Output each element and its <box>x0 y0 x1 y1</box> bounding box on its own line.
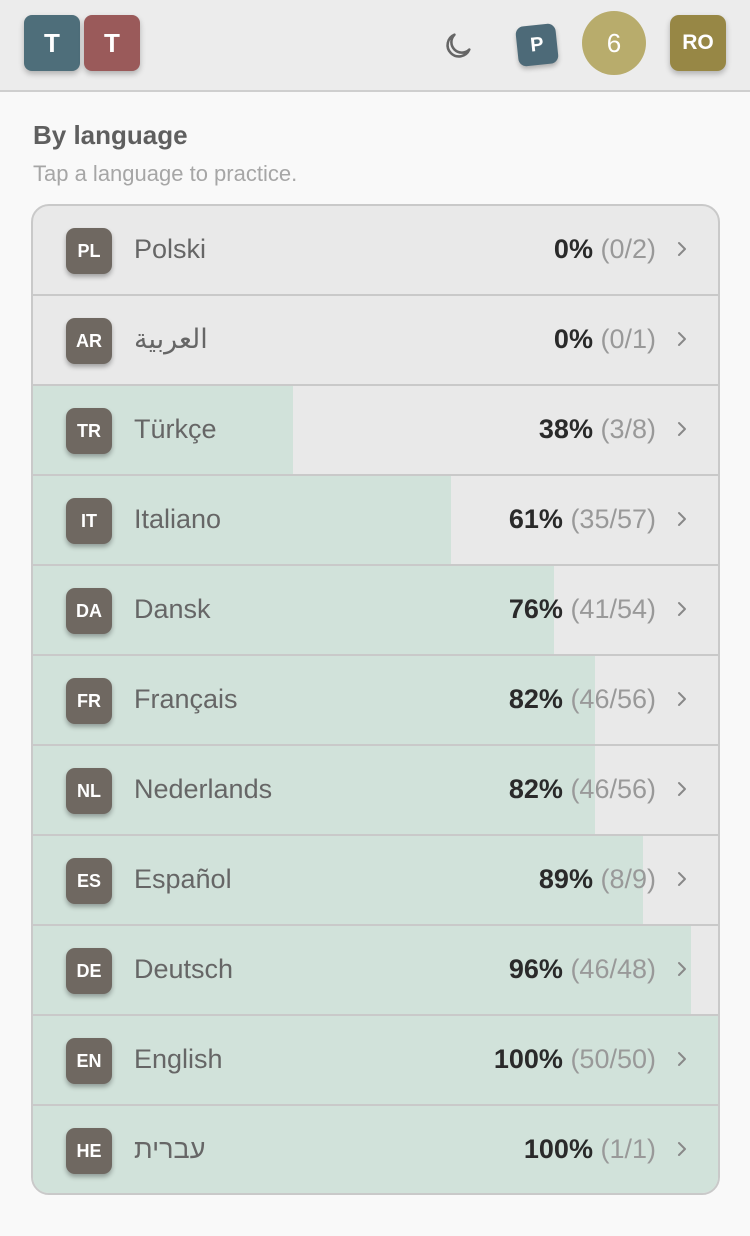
language-row-da[interactable]: DA Dansk 76% (41/54) <box>33 566 718 656</box>
chevron-right-icon <box>678 422 686 436</box>
language-percent: 100% <box>523 1134 593 1164</box>
language-code-badge: ES <box>66 858 112 904</box>
count-badge[interactable]: 6 <box>582 11 646 75</box>
language-fraction: (8/9) <box>600 864 656 894</box>
language-fraction: (46/48) <box>570 954 656 984</box>
logo-tile-2: T <box>84 15 140 71</box>
language-fraction: (0/1) <box>600 324 656 354</box>
language-fraction: (46/56) <box>570 774 656 804</box>
language-row-pl[interactable]: PL Polski 0% (0/2) <box>33 206 718 296</box>
chevron-right-icon <box>678 1142 686 1156</box>
language-name: English <box>134 1044 223 1074</box>
language-stats: 89% (8/9) <box>539 864 656 895</box>
language-percent: 89% <box>538 864 593 894</box>
language-name: Nederlands <box>134 774 273 804</box>
language-name: Español <box>134 864 232 894</box>
language-name: Dansk <box>134 594 211 624</box>
chevron-right-icon <box>678 242 686 256</box>
language-row-de[interactable]: DE Deutsch 96% (46/48) <box>33 926 718 1016</box>
logo-tile-1: T <box>24 15 80 71</box>
language-code-badge: TR <box>66 408 112 454</box>
language-code-badge: AR <box>66 318 112 364</box>
chevron-right-icon <box>678 962 686 976</box>
language-percent: 82% <box>508 774 563 804</box>
language-stats: 61% (35/57) <box>509 504 656 535</box>
language-percent: 0% <box>553 234 593 264</box>
language-stats: 100% (50/50) <box>494 1044 656 1075</box>
language-fraction: (41/54) <box>570 594 656 624</box>
theme-toggle-button[interactable] <box>438 26 478 66</box>
language-row-he[interactable]: HE עברית 100% (1/1) <box>33 1106 718 1193</box>
language-stats: 0% (0/2) <box>554 234 656 265</box>
language-percent: 76% <box>508 594 563 624</box>
language-percent: 61% <box>508 504 563 534</box>
language-name: Türkçe <box>134 414 217 444</box>
chevron-right-icon <box>678 782 686 796</box>
chevron-right-icon <box>678 602 686 616</box>
language-code-badge: DA <box>66 588 112 634</box>
chevron-right-icon <box>678 1052 686 1066</box>
language-percent: 0% <box>553 324 593 354</box>
language-stats: 38% (3/8) <box>539 414 656 445</box>
language-row-es[interactable]: ES Español 89% (8/9) <box>33 836 718 926</box>
language-fraction: (46/56) <box>570 684 656 714</box>
language-row-tr[interactable]: TR Türkçe 38% (3/8) <box>33 386 718 476</box>
p-badge-button[interactable]: P <box>515 23 559 67</box>
language-fraction: (1/1) <box>600 1134 656 1164</box>
chevron-right-icon <box>678 332 686 346</box>
language-stats: 100% (1/1) <box>524 1134 656 1165</box>
chevron-right-icon <box>678 512 686 526</box>
language-code-badge: PL <box>66 228 112 274</box>
chevron-right-icon <box>678 872 686 886</box>
language-fraction: (35/57) <box>570 504 656 534</box>
user-avatar[interactable]: RO <box>670 15 726 71</box>
language-stats: 82% (46/56) <box>509 684 656 715</box>
language-list: PL Polski 0% (0/2) AR العربية 0% (0/1) TR Türkç… <box>31 204 720 1195</box>
language-code-badge: EN <box>66 1038 112 1084</box>
language-code-badge: IT <box>66 498 112 544</box>
section-title: By language <box>33 120 188 150</box>
language-percent: 100% <box>493 1044 563 1074</box>
language-row-ar[interactable]: AR العربية 0% (0/1) <box>33 296 718 386</box>
language-stats: 82% (46/56) <box>509 774 656 805</box>
language-name: Polski <box>134 234 207 264</box>
language-code-badge: NL <box>66 768 112 814</box>
language-row-en[interactable]: EN English 100% (50/50) <box>33 1016 718 1106</box>
language-percent: 82% <box>508 684 563 714</box>
language-name: Italiano <box>134 504 222 534</box>
language-code-badge: HE <box>66 1128 112 1174</box>
language-percent: 96% <box>508 954 563 984</box>
language-stats: 96% (46/48) <box>509 954 656 985</box>
language-fraction: (50/50) <box>570 1044 656 1074</box>
language-name: Français <box>134 684 238 714</box>
language-row-fr[interactable]: FR Français 82% (46/56) <box>33 656 718 746</box>
language-name: Deutsch <box>134 954 234 984</box>
language-row-nl[interactable]: NL Nederlands 82% (46/56) <box>33 746 718 836</box>
language-code-badge: FR <box>66 678 112 724</box>
top-bar: T T P 6 RO <box>0 0 750 92</box>
language-percent: 38% <box>538 414 593 444</box>
language-stats: 76% (41/54) <box>509 594 656 625</box>
language-fraction: (3/8) <box>600 414 656 444</box>
language-stats: 0% (0/1) <box>554 324 656 355</box>
moon-icon <box>446 33 471 58</box>
chevron-right-icon <box>678 692 686 706</box>
section-subtitle: Tap a language to practice. <box>33 161 298 186</box>
language-fraction: (0/2) <box>600 234 656 264</box>
language-row-it[interactable]: IT Italiano 61% (35/57) <box>33 476 718 566</box>
language-code-badge: DE <box>66 948 112 994</box>
language-name: עברית <box>134 1134 206 1164</box>
language-name: العربية <box>134 324 208 354</box>
